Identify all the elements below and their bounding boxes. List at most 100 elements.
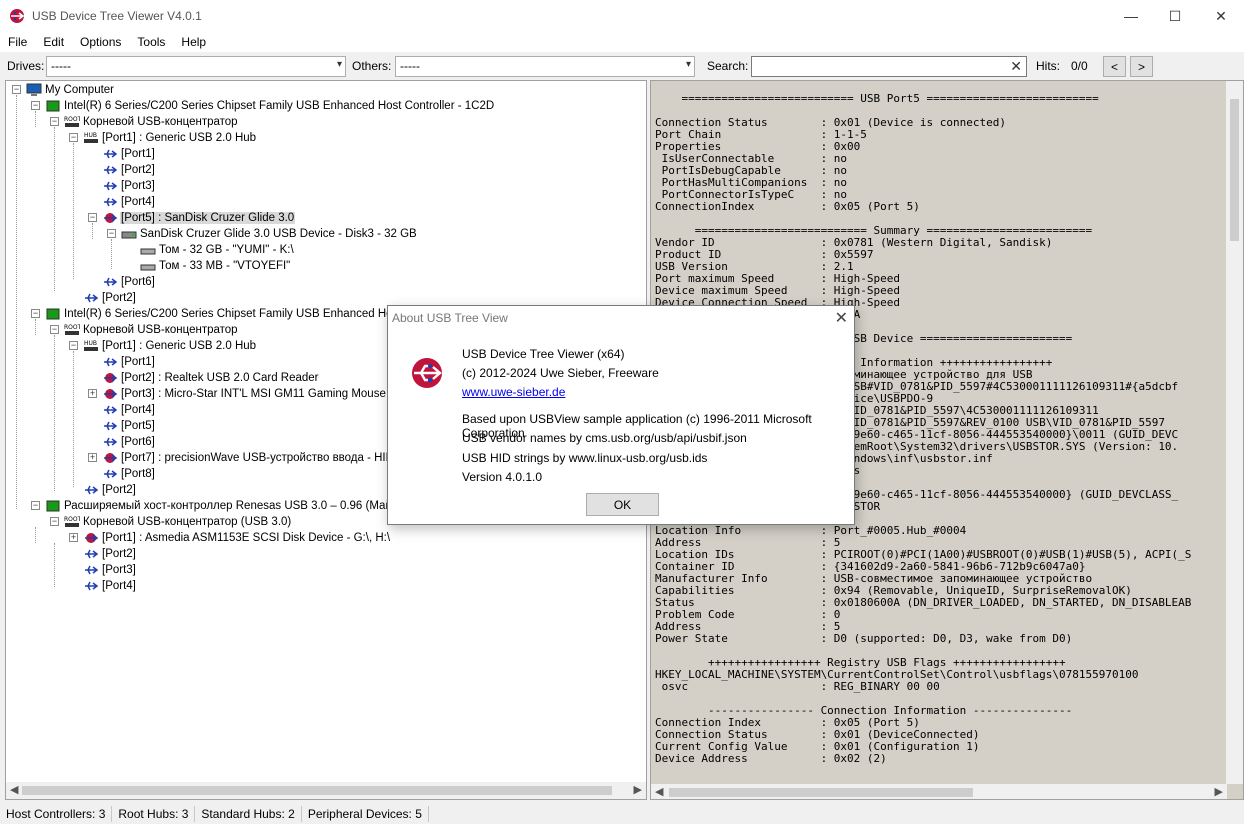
usb-port-icon	[104, 469, 118, 479]
tree-item-host-controller[interactable]: Intel(R) 6 Series/C200 Series Chipset Fa…	[45, 306, 420, 322]
collapse-toggle[interactable]: −	[69, 133, 78, 142]
tree-item-root-hub[interactable]: ROOT Корневой USB-концентратор	[64, 114, 239, 130]
scroll-right-icon[interactable]: ▶	[634, 783, 642, 796]
expand-toggle[interactable]: +	[88, 453, 97, 462]
collapse-toggle[interactable]: −	[69, 341, 78, 350]
tree-item-hub[interactable]: HUB [Port1] : Generic USB 2.0 Hub	[83, 338, 257, 354]
collapse-toggle[interactable]: −	[50, 517, 59, 526]
menu-options[interactable]: Options	[72, 35, 129, 49]
drives-label: Drives:	[7, 59, 45, 73]
root-hub-icon: ROOT	[64, 516, 80, 527]
search-label: Search:	[707, 59, 749, 73]
controller-chip-icon	[46, 308, 60, 320]
tree-item-port[interactable]: [Port2]	[102, 162, 156, 178]
expand-toggle[interactable]: +	[69, 533, 78, 542]
svg-text:ROOT: ROOT	[64, 116, 80, 123]
prev-hit-button[interactable]: <	[1103, 56, 1126, 77]
menu-help[interactable]: Help	[173, 35, 214, 49]
tree-item-port[interactable]: [Port4]	[102, 194, 156, 210]
usb-port-icon	[104, 149, 118, 159]
collapse-toggle[interactable]: −	[107, 229, 116, 238]
tree-item-port[interactable]: [Port3]	[102, 178, 156, 194]
status-root-hubs: Root Hubs: 3	[112, 806, 196, 822]
tree-item-port[interactable]: [Port1]	[102, 146, 156, 162]
tree-item-port[interactable]: [Port8]	[102, 466, 156, 482]
scrollbar-thumb[interactable]	[669, 788, 973, 797]
scroll-left-icon[interactable]: ◀	[10, 783, 18, 796]
tree-item-root-hub[interactable]: ROOT Корневой USB-концентратор	[64, 322, 239, 338]
ok-button[interactable]: OK	[586, 493, 659, 516]
collapse-toggle[interactable]: −	[50, 117, 59, 126]
tree-item-port[interactable]: [Port6]	[102, 434, 156, 450]
menu-edit[interactable]: Edit	[35, 35, 72, 49]
tree-item-volume[interactable]: Том - 32 GB - "YUMI" - K:\	[140, 242, 295, 258]
scroll-left-icon[interactable]: ◀	[655, 785, 663, 798]
status-bar: Host Controllers: 3 Root Hubs: 3 Standar…	[0, 804, 1244, 824]
tree-item-hub[interactable]: HUB [Port1] : Generic USB 2.0 Hub	[83, 130, 257, 146]
collapse-toggle[interactable]: −	[12, 85, 21, 94]
tree-item-root-hub[interactable]: ROOT Корневой USB-концентратор (USB 3.0)	[64, 514, 292, 530]
svg-text:HUB: HUB	[84, 132, 97, 139]
tree-item-port[interactable]: [Port1] : Asmedia ASM1153E SCSI Disk Dev…	[83, 530, 391, 546]
title-bar: USB Device Tree Viewer V4.0.1 — ☐ ✕	[0, 0, 1244, 32]
usb-device-icon	[104, 213, 118, 223]
collapse-toggle[interactable]: −	[88, 213, 97, 222]
tree-horizontal-scrollbar[interactable]: ◀ ▶	[6, 782, 646, 799]
menu-tools[interactable]: Tools	[129, 35, 173, 49]
tree-item-volume[interactable]: Том - 33 MB - "VTOYEFI"	[140, 258, 291, 274]
menu-file[interactable]: File	[0, 35, 35, 49]
collapse-toggle[interactable]: −	[31, 101, 40, 110]
tree-item-host-controller[interactable]: Intel(R) 6 Series/C200 Series Chipset Fa…	[45, 98, 495, 114]
clear-search-icon[interactable]: ✕	[1010, 58, 1022, 75]
close-button[interactable]: ✕	[1198, 0, 1244, 32]
about-website-link[interactable]: www.uwe-sieber.de	[462, 385, 565, 399]
tree-item-disk[interactable]: SanDisk Cruzer Glide 3.0 USB Device - Di…	[121, 226, 418, 242]
tree-item-my-computer[interactable]: My Computer	[26, 82, 115, 98]
minimize-button[interactable]: —	[1108, 0, 1154, 32]
maximize-button[interactable]: ☐	[1152, 0, 1198, 32]
usb-port-icon	[104, 165, 118, 175]
detail-vertical-scrollbar[interactable]	[1226, 81, 1243, 784]
tree-item-port[interactable]: [Port3] : Micro-Star INT'L MSI GM11 Gami…	[102, 386, 413, 402]
search-input[interactable]: ✕	[751, 56, 1027, 77]
next-hit-button[interactable]: >	[1130, 56, 1153, 77]
tree-item-port[interactable]: [Port2]	[83, 290, 137, 306]
tree-item-port[interactable]: [Port2] : Realtek USB 2.0 Card Reader	[102, 370, 320, 386]
scroll-right-icon[interactable]: ▶	[1215, 785, 1223, 798]
collapse-toggle[interactable]: −	[50, 325, 59, 334]
usb-port-icon	[104, 437, 118, 447]
tree-item-port[interactable]: [Port3]	[83, 562, 137, 578]
usb-logo-icon	[412, 358, 442, 388]
dialog-close-button[interactable]: ✕	[835, 308, 848, 328]
usb-device-icon	[85, 533, 99, 543]
collapse-toggle[interactable]: −	[31, 309, 40, 318]
scrollbar-thumb[interactable]	[22, 786, 612, 795]
drives-dropdown[interactable]: ----- ▾	[46, 56, 346, 77]
tree-item-port[interactable]: [Port5]	[102, 418, 156, 434]
status-standard-hubs: Standard Hubs: 2	[195, 806, 302, 822]
others-dropdown[interactable]: ----- ▾	[395, 56, 695, 77]
tree-item-port[interactable]: [Port4]	[102, 402, 156, 418]
usb-port-icon	[85, 293, 99, 303]
tree-item-port[interactable]: [Port1]	[102, 354, 156, 370]
hub-icon: HUB	[84, 132, 98, 143]
detail-horizontal-scrollbar[interactable]: ◀ ▶	[651, 784, 1227, 799]
usb-port-icon	[104, 357, 118, 367]
svg-text:ROOT: ROOT	[64, 324, 80, 331]
tree-item-port[interactable]: [Port4]	[83, 578, 137, 594]
svg-text:ROOT: ROOT	[64, 516, 80, 523]
scrollbar-thumb[interactable]	[1230, 99, 1239, 241]
volume-icon	[140, 264, 156, 271]
expand-toggle[interactable]: +	[88, 389, 97, 398]
about-product: USB Device Tree Viewer (x64)	[462, 347, 625, 361]
tree-item-port[interactable]: [Port7] : precisionWave USB-устройство в…	[102, 450, 405, 466]
tree-item-port[interactable]: [Port2]	[83, 546, 137, 562]
chevron-down-icon: ▾	[336, 59, 342, 70]
tree-item-host-controller[interactable]: Расширяемый хост-контроллер Renesas USB …	[45, 498, 411, 514]
tree-item-port[interactable]: [Port6]	[102, 274, 156, 290]
tree-item-port[interactable]: [Port2]	[83, 482, 137, 498]
hits-label: Hits:	[1036, 59, 1060, 73]
collapse-toggle[interactable]: −	[31, 501, 40, 510]
tree-item-port-selected[interactable]: [Port5] : SanDisk Cruzer Glide 3.0	[102, 210, 296, 226]
window-title: USB Device Tree Viewer V4.0.1	[32, 9, 202, 23]
